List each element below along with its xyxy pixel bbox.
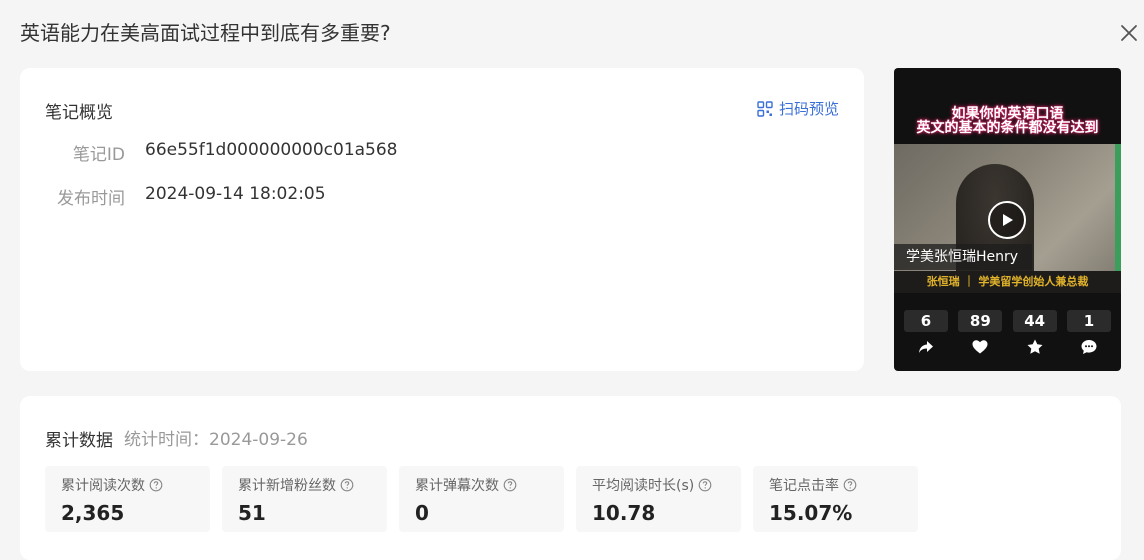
video-preview[interactable]: 如果你的英语口语 英文的基本的条件都没有达到 学美张恒瑞Henry 张恒瑞 ｜ … <box>894 68 1121 371</box>
metric-label: 累计新增粉丝数 <box>238 478 336 494</box>
close-button[interactable] <box>1118 22 1140 44</box>
metric-click-rate: 笔记点击率 15.07% <box>753 466 918 532</box>
cumulative-title: 累计数据 <box>45 431 113 451</box>
metric-avg-read-time: 平均阅读时长(s) 10.78 <box>576 466 741 532</box>
comment-count: 1 <box>1066 310 1111 332</box>
metrics-list: 累计阅读次数 2,365 累计新增粉丝数 51 累计弹幕次数 0 平均阅读时长(… <box>45 466 918 532</box>
video-subtitle-bar: 张恒瑞 ｜ 学美留学创始人兼总裁 <box>894 271 1121 293</box>
help-icon[interactable] <box>698 478 712 492</box>
publish-time-row: 发布时间 2024-09-14 18:02:05 <box>45 184 326 209</box>
note-overview-card: 笔记概览 扫码预览 笔记ID 66e55f1d000000000c01a568 … <box>20 68 864 371</box>
metric-label: 累计阅读次数 <box>61 478 145 494</box>
video-edge-bar <box>1115 144 1121 289</box>
collect-count: 44 <box>1012 310 1057 332</box>
help-icon[interactable] <box>149 478 163 492</box>
like-stat: 89 <box>958 310 1003 356</box>
metric-value: 0 <box>415 501 429 525</box>
share-stat: 6 <box>904 310 948 356</box>
help-icon[interactable] <box>340 478 354 492</box>
metric-label: 平均阅读时长(s) <box>592 478 695 494</box>
page-title: 英语能力在美高面试过程中到底有多重要? <box>20 21 391 45</box>
engagement-stats: 6 89 44 1 <box>904 310 1111 356</box>
cumulative-data-card: 累计数据 统计时间：2024-09-26 累计阅读次数 2,365 累计新增粉丝… <box>20 396 1121 560</box>
metric-new-followers: 累计新增粉丝数 51 <box>222 466 387 532</box>
scan-preview-button[interactable]: 扫码预览 <box>757 98 839 119</box>
share-icon <box>919 341 933 353</box>
metric-value: 51 <box>238 501 266 525</box>
comment-icon <box>1081 340 1097 354</box>
scan-preview-label: 扫码预览 <box>778 100 839 118</box>
video-name-tag: 学美张恒瑞Henry <box>894 244 1032 270</box>
play-button[interactable] <box>988 201 1026 239</box>
note-id-value: 66e55f1d000000000c01a568 <box>145 140 398 160</box>
note-id-row: 笔记ID 66e55f1d000000000c01a568 <box>45 140 398 165</box>
note-id-label: 笔记ID <box>72 145 125 165</box>
help-icon[interactable] <box>843 478 857 492</box>
metric-value: 15.07% <box>769 501 853 525</box>
comment-stat: 1 <box>1066 310 1111 356</box>
video-caption-line2: 英文的基本的条件都没有达到 <box>916 120 1099 136</box>
star-icon <box>1027 339 1043 354</box>
help-icon[interactable] <box>503 478 517 492</box>
metric-value: 10.78 <box>592 501 656 525</box>
close-icon <box>1121 25 1137 41</box>
metric-danmaku: 累计弹幕次数 0 <box>399 466 564 532</box>
publish-time-value: 2024-09-14 18:02:05 <box>145 184 326 204</box>
share-count: 6 <box>904 310 948 332</box>
publish-time-label: 发布时间 <box>57 189 125 209</box>
like-count: 89 <box>958 310 1003 332</box>
metric-label: 笔记点击率 <box>769 478 839 494</box>
play-icon <box>1003 214 1013 226</box>
overview-title: 笔记概览 <box>45 103 113 123</box>
metric-value: 2,365 <box>61 501 125 525</box>
metric-label: 累计弹幕次数 <box>415 478 499 494</box>
metric-total-reads: 累计阅读次数 2,365 <box>45 466 210 532</box>
stat-time: 统计时间：2024-09-26 <box>124 430 308 450</box>
qr-code-icon <box>757 100 773 117</box>
heart-icon <box>972 340 988 354</box>
collect-stat: 44 <box>1012 310 1057 356</box>
